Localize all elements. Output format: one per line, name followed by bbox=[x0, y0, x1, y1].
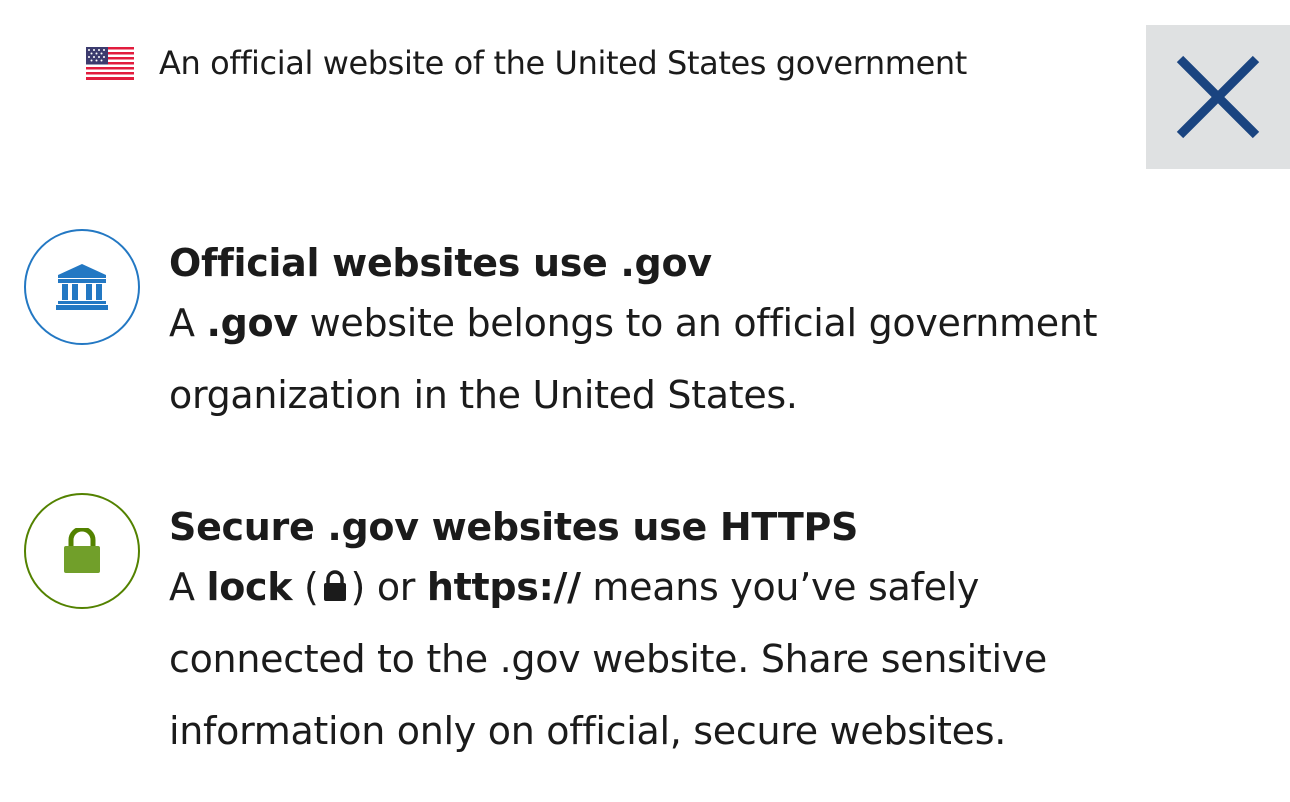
guidance-body-https: Secure .gov websites use HTTPS A lock ()… bbox=[169, 493, 1279, 767]
guidance-title-gov: Official websites use .gov bbox=[169, 241, 712, 285]
https-bold: https:// bbox=[426, 565, 581, 609]
text-segment: A bbox=[169, 565, 207, 609]
guidance-text-https: A lock ( ) or https:// means you’ve safel… bbox=[169, 551, 1279, 767]
dot-gov-icon-circle bbox=[24, 229, 140, 345]
official-website-text: An official website of the United States… bbox=[159, 44, 967, 82]
https-icon-circle bbox=[24, 493, 140, 609]
guidance-text-gov: A .gov website belongs to an official go… bbox=[169, 287, 1279, 431]
us-flag-icon bbox=[86, 46, 134, 80]
inline-lock-icon bbox=[323, 570, 346, 601]
text-segment: ( bbox=[292, 565, 319, 609]
guidance-body-gov: Official websites use .gov A .gov websit… bbox=[169, 229, 1279, 431]
close-icon bbox=[1176, 55, 1260, 139]
gov-banner-panel: An official website of the United States… bbox=[0, 0, 1290, 802]
text-segment: means you’ve safely bbox=[580, 565, 980, 609]
text-segment: ) or bbox=[350, 565, 427, 609]
text-line: information only on official, secure web… bbox=[169, 709, 1006, 753]
text-line: A lock ( ) or https:// means you’ve safel… bbox=[169, 551, 1279, 623]
bank-icon bbox=[56, 264, 108, 310]
close-button[interactable] bbox=[1146, 25, 1290, 169]
dot-gov-bold: .gov bbox=[206, 301, 298, 345]
text-segment: A bbox=[169, 301, 207, 345]
text-segment: website belongs to an official governmen… bbox=[297, 301, 1098, 345]
text-line: A .gov website belongs to an official go… bbox=[169, 287, 1279, 359]
text-line: connected to the .gov website. Share sen… bbox=[169, 637, 1047, 681]
banner-header: An official website of the United States… bbox=[86, 38, 967, 88]
lock-bold: lock bbox=[206, 565, 293, 609]
guidance-title-https: Secure .gov websites use HTTPS bbox=[169, 505, 859, 549]
text-line: organization in the United States. bbox=[169, 373, 798, 417]
lock-icon bbox=[64, 528, 100, 573]
